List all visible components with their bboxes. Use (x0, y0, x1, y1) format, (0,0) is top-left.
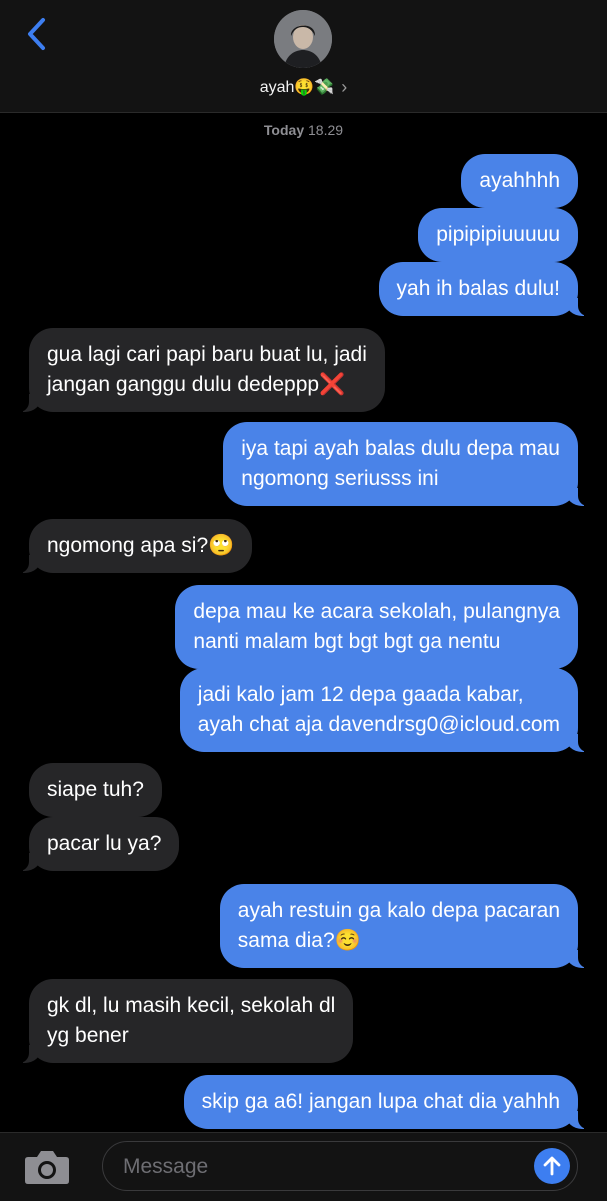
message-bubble-outgoing[interactable]: ayah restuin ga kalo depa pacaran sama d… (219, 884, 593, 968)
message-line: sama dia?☺️ (237, 929, 361, 952)
chevron-right-icon: › (341, 76, 348, 97)
message-bubble-incoming[interactable]: pacar lu ya? (14, 817, 180, 871)
message-field[interactable] (102, 1141, 578, 1191)
message-bubble-outgoing[interactable]: ayahhhh (461, 154, 578, 208)
message-timestamp: Today 18.29 (0, 122, 607, 138)
message-text: jadi kalo jam 12 depa gaada kabar, ayah … (198, 683, 560, 736)
message-bubble-incoming[interactable]: siape tuh? (29, 763, 162, 817)
message-input[interactable] (121, 1142, 525, 1191)
message-line: depa mau ke acara sekolah, pulangnya (193, 600, 560, 623)
back-button[interactable] (18, 16, 54, 52)
message-bubble-outgoing[interactable]: jadi kalo jam 12 depa gaada kabar, ayah … (179, 668, 593, 752)
message-composer (0, 1132, 607, 1201)
message-bubble-outgoing[interactable]: pipipipiuuuuu (418, 208, 578, 262)
arrow-up-icon (543, 1156, 561, 1176)
message-line: ngomong seriusss ini (241, 467, 439, 490)
message-text: iya tapi ayah balas dulu depa mau ngomon… (241, 437, 560, 490)
message-text: gua lagi cari papi baru buat lu, jadi ja… (47, 343, 367, 396)
message-bubble-outgoing[interactable]: depa mau ke acara sekolah, pulangnya nan… (175, 585, 578, 669)
message-text: ayahhhh (479, 169, 560, 192)
message-text: gk dl, lu masih kecil, sekolah dl yg ben… (47, 994, 335, 1047)
message-line: gk dl, lu masih kecil, sekolah dl (47, 994, 336, 1017)
message-text: ayah restuin ga kalo depa pacaran sama d… (238, 899, 560, 952)
contact-name: ayah🤑💸 (259, 79, 335, 96)
message-text: ngomong apa si?🙄 (47, 534, 235, 557)
message-line: ayah restuin ga kalo depa pacaran (237, 899, 560, 922)
message-text: pipipipiuuuuu (436, 223, 560, 246)
message-line: ayah chat aja davendrsg0@icloud.com (197, 713, 560, 736)
message-text: pacar lu ya? (47, 832, 162, 855)
message-text: depa mau ke acara sekolah, pulangnya nan… (193, 600, 560, 653)
camera-icon (25, 1151, 69, 1184)
message-text: skip ga a6! jangan lupa chat dia yahhh (201, 1090, 560, 1113)
camera-button[interactable] (22, 1147, 72, 1187)
message-bubble-incoming[interactable]: gk dl, lu masih kecil, sekolah dl yg ben… (14, 979, 354, 1063)
message-bubble-incoming[interactable]: ngomong apa si?🙄 (14, 519, 253, 573)
message-line: yg bener (47, 1024, 129, 1047)
message-text: siape tuh? (47, 778, 144, 801)
message-bubble-outgoing[interactable]: iya tapi ayah balas dulu depa mau ngomon… (223, 422, 592, 506)
message-line: jangan ganggu dulu dedeppp❌ (47, 373, 346, 396)
conversation-header: ayah🤑💸 › (0, 0, 607, 113)
contact-avatar[interactable] (274, 10, 332, 68)
contact-name-button[interactable]: ayah🤑💸 › (0, 76, 607, 98)
message-line: jadi kalo jam 12 depa gaada kabar, (197, 683, 524, 706)
chevron-left-icon (28, 18, 45, 50)
message-line: gua lagi cari papi baru buat lu, jadi (47, 343, 367, 366)
message-bubble-incoming[interactable]: gua lagi cari papi baru buat lu, jadi ja… (15, 328, 385, 412)
message-line: nanti malam bgt bgt bgt ga nentu (193, 630, 501, 653)
send-button[interactable] (534, 1148, 570, 1184)
timestamp-time: 18.29 (308, 122, 344, 138)
message-bubble-outgoing[interactable]: skip ga a6! jangan lupa chat dia yahhh (183, 1075, 593, 1129)
timestamp-day: Today (263, 122, 305, 138)
message-bubble-outgoing[interactable]: yah ih balas dulu! (378, 262, 593, 316)
message-line: iya tapi ayah balas dulu depa mau (241, 437, 560, 460)
message-text: yah ih balas dulu! (396, 277, 560, 300)
